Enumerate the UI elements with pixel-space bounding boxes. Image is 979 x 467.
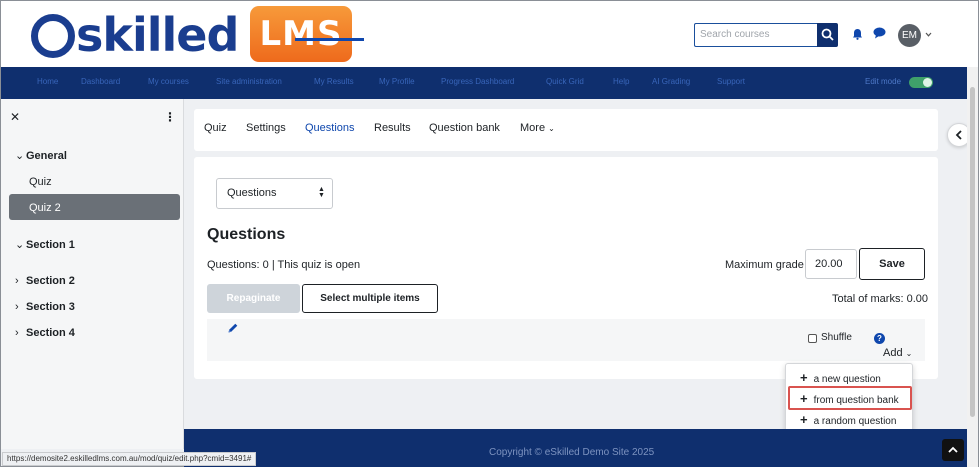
section-3[interactable]: › Section 3	[15, 301, 75, 313]
add-dropdown-menu: + a new question + from question bank + a r…	[785, 363, 913, 435]
section-label: Section 4	[26, 327, 75, 339]
edit-mode-label: Edit mode	[865, 77, 902, 86]
chevron-down-icon: ⌄	[15, 150, 25, 162]
save-button[interactable]: Save	[859, 248, 925, 280]
repaginate-button: Repaginate	[207, 284, 300, 313]
plus-icon: +	[800, 370, 808, 385]
shuffle-checkbox[interactable]	[808, 334, 817, 343]
chevron-right-icon: ›	[15, 327, 19, 339]
tab-question-bank[interactable]: Question bank	[429, 122, 500, 134]
nav-item-support[interactable]: Support	[717, 77, 745, 86]
page-title: Questions	[207, 226, 286, 243]
shuffle-label: Shuffle	[821, 332, 852, 343]
questions-select[interactable]: Questions	[216, 178, 333, 209]
nav-item-dashboard[interactable]: Dashboard	[81, 77, 120, 86]
sidebar-item-quiz-2[interactable]: Quiz 2	[29, 202, 61, 214]
top-header: skilled LMS Search courses EM	[1, 1, 978, 67]
tab-settings[interactable]: Settings	[246, 122, 286, 134]
search-button[interactable]	[817, 23, 838, 47]
status-bar-url: https://demosite2.eskilledlms.com.au/mod…	[2, 452, 257, 466]
menu-item-label: a new question	[813, 374, 881, 385]
logo-lms-badge: LMS	[250, 6, 352, 62]
scrollbar-thumb[interactable]	[970, 87, 975, 417]
nav-item-my-results[interactable]: My Results	[314, 77, 354, 86]
site-logo[interactable]: skilled	[31, 7, 239, 63]
nav-item-help[interactable]: Help	[613, 77, 629, 86]
select-multiple-items-button[interactable]: Select multiple items	[302, 284, 438, 313]
primary-navigation: Home Dashboard My courses Site administr…	[1, 67, 978, 99]
help-icon[interactable]: ?	[874, 333, 885, 344]
chevron-right-icon: ›	[15, 275, 19, 287]
chevron-down-icon: ⌄	[548, 124, 555, 133]
select-arrows-icon: ▲ ▼	[318, 186, 325, 199]
course-index-drawer: ✕ ⋮ ⌄ General Quiz Quiz 2 ⌄ Section 1 › Sec…	[1, 99, 184, 449]
section-label: Section 1	[26, 239, 75, 251]
nav-item-my-courses[interactable]: My courses	[148, 77, 189, 86]
add-label: Add	[883, 347, 903, 359]
maximum-grade-label: Maximum grade	[725, 259, 804, 271]
page-scrollbar[interactable]	[967, 67, 978, 467]
copyright-text: Copyright © eSkilled Demo Site 2025	[489, 447, 655, 458]
secondary-navigation: Quiz Settings Questions Results Question…	[194, 109, 938, 151]
nav-item-site-administration[interactable]: Site administration	[216, 77, 282, 86]
plus-icon: +	[800, 412, 808, 427]
menu-item-from-question-bank[interactable]: + from question bank	[800, 391, 899, 406]
active-tab-indicator	[295, 38, 364, 41]
logo-wordmark: skilled	[76, 8, 239, 62]
chevron-up-icon	[948, 446, 958, 453]
back-to-top-button[interactable]	[942, 439, 964, 461]
sidebar-item-quiz[interactable]: Quiz	[29, 176, 52, 188]
search-input[interactable]: Search courses	[694, 23, 818, 47]
close-icon[interactable]: ✕	[10, 110, 20, 124]
chevron-down-icon: ⌄	[905, 349, 913, 358]
chevron-left-icon	[955, 130, 962, 140]
plus-icon: +	[800, 391, 808, 406]
total-marks-text: Total of marks: 0.00	[832, 293, 928, 305]
add-menu-toggle[interactable]: Add ⌄	[883, 347, 912, 359]
edit-mode-toggle[interactable]	[909, 77, 933, 88]
pencil-icon[interactable]	[227, 322, 239, 334]
more-options-icon[interactable]: ⋮	[164, 110, 176, 124]
quiz-section	[207, 319, 925, 361]
section-4[interactable]: › Section 4	[15, 327, 75, 339]
chat-icon[interactable]	[873, 27, 886, 39]
section-general[interactable]: ⌄ General	[15, 149, 67, 162]
section-label: General	[26, 150, 67, 162]
tab-more-label: More	[520, 122, 546, 134]
section-label: Section 3	[26, 301, 75, 313]
section-2[interactable]: › Section 2	[15, 275, 75, 287]
section-1[interactable]: ⌄ Section 1	[15, 238, 75, 251]
menu-item-label: a random question	[813, 416, 897, 427]
tab-results[interactable]: Results	[374, 122, 411, 134]
page-footer: Copyright © eSkilled Demo Site 2025	[184, 429, 967, 467]
section-label: Section 2	[26, 275, 75, 287]
chevron-down-icon: ⌄	[15, 239, 25, 251]
nav-item-ai-grading[interactable]: AI Grading	[652, 77, 690, 86]
nav-item-progress-dashboard[interactable]: Progress Dashboard	[441, 77, 514, 86]
menu-item-label: from question bank	[813, 395, 899, 406]
avatar[interactable]: EM	[898, 24, 921, 47]
nav-item-my-profile[interactable]: My Profile	[379, 77, 415, 86]
chevron-right-icon: ›	[15, 301, 19, 313]
logo-e-mark	[31, 13, 75, 58]
chevron-down-icon[interactable]	[925, 32, 932, 37]
menu-item-new-question[interactable]: + a new question	[800, 370, 881, 385]
menu-item-random-question[interactable]: + a random question	[800, 412, 896, 427]
maximum-grade-input[interactable]: 20.00	[805, 249, 857, 279]
tab-more[interactable]: More ⌄	[520, 122, 555, 134]
nav-item-home[interactable]: Home	[37, 77, 58, 86]
quiz-status-text: Questions: 0 | This quiz is open	[207, 259, 361, 271]
tab-quiz[interactable]: Quiz	[204, 122, 227, 134]
tab-questions[interactable]: Questions	[305, 122, 355, 134]
bell-icon[interactable]	[852, 28, 863, 40]
nav-item-quick-grid[interactable]: Quick Grid	[546, 77, 584, 86]
search-icon	[821, 28, 834, 41]
